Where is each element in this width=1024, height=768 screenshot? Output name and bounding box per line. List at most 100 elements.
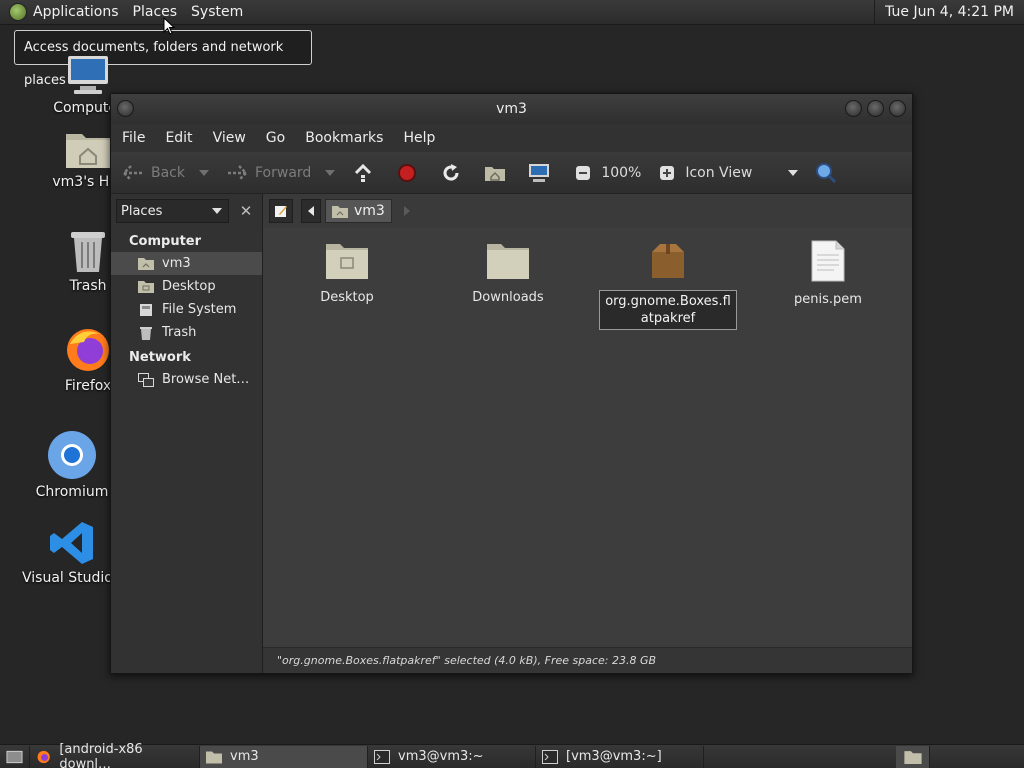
zoom-out-icon [571, 161, 595, 185]
toggle-location-entry-button[interactable] [269, 199, 293, 223]
reload-icon [439, 161, 463, 185]
trash-icon [138, 326, 154, 340]
file-item-pem[interactable]: penis.pem [758, 240, 898, 307]
search-icon [814, 161, 838, 185]
zoom-out-button[interactable]: 100% [571, 161, 641, 185]
sidebar-item-label: Desktop [162, 279, 216, 294]
task-firefox[interactable]: [android-x86 downl… [30, 742, 200, 768]
up-button[interactable] [351, 161, 381, 185]
zoom-level[interactable]: 100% [601, 165, 641, 181]
close-sidebar-icon[interactable]: ✕ [235, 200, 257, 222]
desktop-icon-chromium[interactable]: Chromium [22, 430, 122, 500]
sidebar-item-file-system[interactable]: File System [111, 298, 262, 321]
sidebar-item-label: Browse Net… [162, 372, 250, 387]
clock[interactable]: Tue Jun 4, 4:21 PM [874, 0, 1024, 25]
sidebar-item-vm3[interactable]: vm3 [111, 252, 262, 275]
menu-edit[interactable]: Edit [165, 130, 192, 146]
pathbar-scroll-left-button[interactable] [301, 199, 321, 223]
task-terminal-2[interactable]: [vm3@vm3:~] [536, 745, 704, 768]
trash-icon [71, 232, 105, 272]
file-item-flatpakref[interactable]: org.gnome.Boxes.flatpakref [598, 240, 738, 330]
package-icon [652, 244, 684, 278]
task-label: vm3 [230, 749, 259, 764]
stop-button[interactable] [395, 161, 425, 185]
status-bar: "org.gnome.Boxes.flatpakref" selected (4… [263, 647, 912, 673]
task-label: vm3@vm3:~ [398, 749, 484, 764]
menu-help[interactable]: Help [403, 130, 435, 146]
file-view[interactable]: vm3 Desktop Downloads org.gnome.Boxes.fl… [263, 194, 912, 673]
breadcrumb-vm3[interactable]: vm3 [325, 199, 392, 223]
show-desktop-button[interactable] [0, 745, 30, 768]
home-button[interactable] [483, 161, 513, 185]
home-folder-icon [332, 205, 348, 218]
file-item-downloads[interactable]: Downloads [438, 240, 578, 305]
window-title: vm3 [496, 101, 527, 117]
back-button[interactable]: Back [121, 161, 185, 185]
minimize-button[interactable] [845, 100, 862, 117]
sidebar-item-desktop[interactable]: Desktop [111, 275, 262, 298]
reload-button[interactable] [439, 161, 469, 185]
sidebar-type-select[interactable]: Places [116, 199, 230, 223]
window-menu-button[interactable] [117, 100, 134, 117]
back-history-dropdown-icon[interactable] [199, 169, 209, 176]
file-name: Downloads [472, 290, 544, 305]
zoom-in-icon [655, 161, 679, 185]
system-menu[interactable]: System [191, 4, 243, 20]
workspace-switcher[interactable] [896, 745, 930, 768]
text-file-icon [811, 240, 845, 282]
menu-file[interactable]: File [122, 130, 145, 146]
computer-button[interactable] [527, 161, 557, 185]
task-terminal-1[interactable]: vm3@vm3:~ [368, 745, 536, 768]
forward-history-dropdown-icon[interactable] [325, 169, 336, 176]
zoom-in-button[interactable]: Icon View [655, 161, 752, 185]
view-mode-label[interactable]: Icon View [685, 165, 752, 181]
terminal-icon [542, 749, 558, 764]
vscode-icon [50, 522, 93, 564]
forward-button[interactable]: Forward [225, 161, 311, 185]
close-button[interactable] [889, 100, 906, 117]
home-folder-icon [138, 257, 154, 271]
sidebar-item-trash[interactable]: Trash [111, 321, 262, 344]
bottom-panel: [android-x86 downl… vm3 vm3@vm3:~ [vm3@v… [0, 742, 1024, 768]
back-arrow-icon [121, 161, 145, 185]
desktop-folder-icon [326, 244, 368, 279]
edit-icon [275, 206, 287, 217]
task-vm3-files[interactable]: vm3 [200, 745, 368, 768]
desktop-icon-label: Chromium [35, 484, 109, 500]
desktop-icon-vscode[interactable]: Visual Studio Co [22, 520, 136, 586]
mouse-cursor-icon [163, 17, 175, 35]
drive-icon [138, 303, 154, 317]
show-desktop-icon [6, 750, 23, 763]
up-arrow-icon [351, 161, 375, 185]
sidebar-item-label: vm3 [162, 256, 191, 271]
folder-icon [206, 751, 222, 763]
file-item-desktop[interactable]: Desktop [277, 240, 417, 305]
desktop-folder-icon [138, 280, 154, 294]
pathbar: vm3 [263, 194, 912, 228]
sidebar-type-label: Places [121, 203, 163, 219]
breadcrumb-label: vm3 [354, 203, 385, 219]
terminal-icon [374, 749, 390, 764]
search-button[interactable] [814, 161, 844, 185]
menu-go[interactable]: Go [266, 130, 285, 146]
pathbar-scroll-right-icon[interactable] [403, 206, 410, 216]
rename-input[interactable]: org.gnome.Boxes.flatpakref [599, 290, 737, 330]
menu-bookmarks[interactable]: Bookmarks [305, 130, 383, 146]
window-titlebar[interactable]: vm3 [111, 94, 912, 124]
sidebar: Places ✕ Computer vm3 Desktop File Syste… [111, 194, 263, 673]
network-icon [138, 372, 154, 387]
chevron-down-icon [212, 208, 223, 214]
sidebar-item-label: File System [162, 302, 237, 317]
applications-menu[interactable]: Applications [33, 4, 119, 20]
menubar: File Edit View Go Bookmarks Help [111, 124, 912, 152]
desktop-icon-label: Visual Studio Co [22, 570, 136, 586]
toolbar: Back Forward 100% Icon View [111, 152, 912, 194]
sidebar-heading-computer: Computer [129, 234, 202, 249]
maximize-button[interactable] [867, 100, 884, 117]
top-panel: Applications Places System Tue Jun 4, 4:… [0, 0, 1024, 25]
sidebar-item-browse-network[interactable]: Browse Net… [111, 368, 262, 391]
menu-view[interactable]: View [213, 130, 246, 146]
view-mode-dropdown-icon[interactable] [788, 169, 799, 176]
computer-icon [68, 56, 108, 94]
distro-logo-icon[interactable] [9, 3, 27, 21]
